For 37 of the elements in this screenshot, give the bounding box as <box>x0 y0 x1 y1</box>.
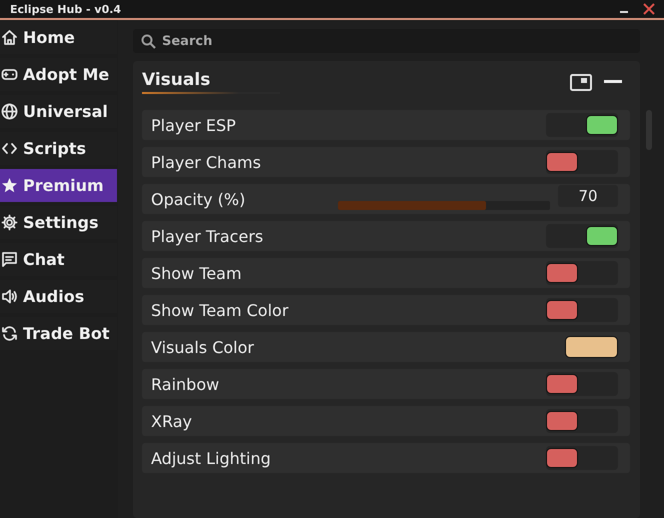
toggle-switch[interactable] <box>546 446 618 470</box>
gamepad-icon <box>1 66 18 83</box>
close-icon[interactable] <box>642 2 656 16</box>
setting-label: Adjust Lighting <box>151 448 272 468</box>
toggle-switch[interactable] <box>546 372 618 396</box>
window-title: Eclipse Hub - v0.4 <box>10 2 122 16</box>
slider-fill[interactable] <box>338 200 486 210</box>
setting-label: Player Tracers <box>151 226 264 246</box>
toggle-switch[interactable] <box>546 261 618 285</box>
setting-label: Player Chams <box>151 152 262 172</box>
home-icon <box>1 29 18 46</box>
setting-label: Visuals Color <box>151 338 255 356</box>
gear-icon <box>1 214 18 231</box>
value-field[interactable]: 70 <box>558 184 618 206</box>
code-icon <box>1 140 18 157</box>
chat-icon <box>1 251 18 268</box>
setting-label: Show Team <box>151 264 243 282</box>
toggle-switch[interactable] <box>546 298 618 322</box>
setting-label: Opacity (%) <box>151 190 246 208</box>
sync-icon <box>1 325 18 342</box>
speaker-icon <box>1 288 18 305</box>
search-field[interactable]: Search <box>133 29 640 53</box>
globe-icon <box>1 103 18 120</box>
toggle-switch[interactable] <box>546 224 618 248</box>
setting-label: XRay <box>151 412 193 430</box>
color-swatch[interactable] <box>565 336 618 358</box>
star-icon <box>1 177 18 194</box>
collapse-icon[interactable] <box>604 80 622 84</box>
setting-label: Show Team Color <box>151 300 290 320</box>
toggle-switch[interactable] <box>546 150 618 174</box>
window-icon[interactable] <box>570 74 592 90</box>
section-title: Visuals <box>142 70 280 94</box>
toggle-switch[interactable] <box>546 409 618 433</box>
setting-label: Rainbow <box>151 374 220 394</box>
toggle-switch[interactable] <box>546 113 618 137</box>
sidebar-item[interactable]: Premium <box>0 169 117 202</box>
setting-label: Player ESP <box>151 116 237 134</box>
